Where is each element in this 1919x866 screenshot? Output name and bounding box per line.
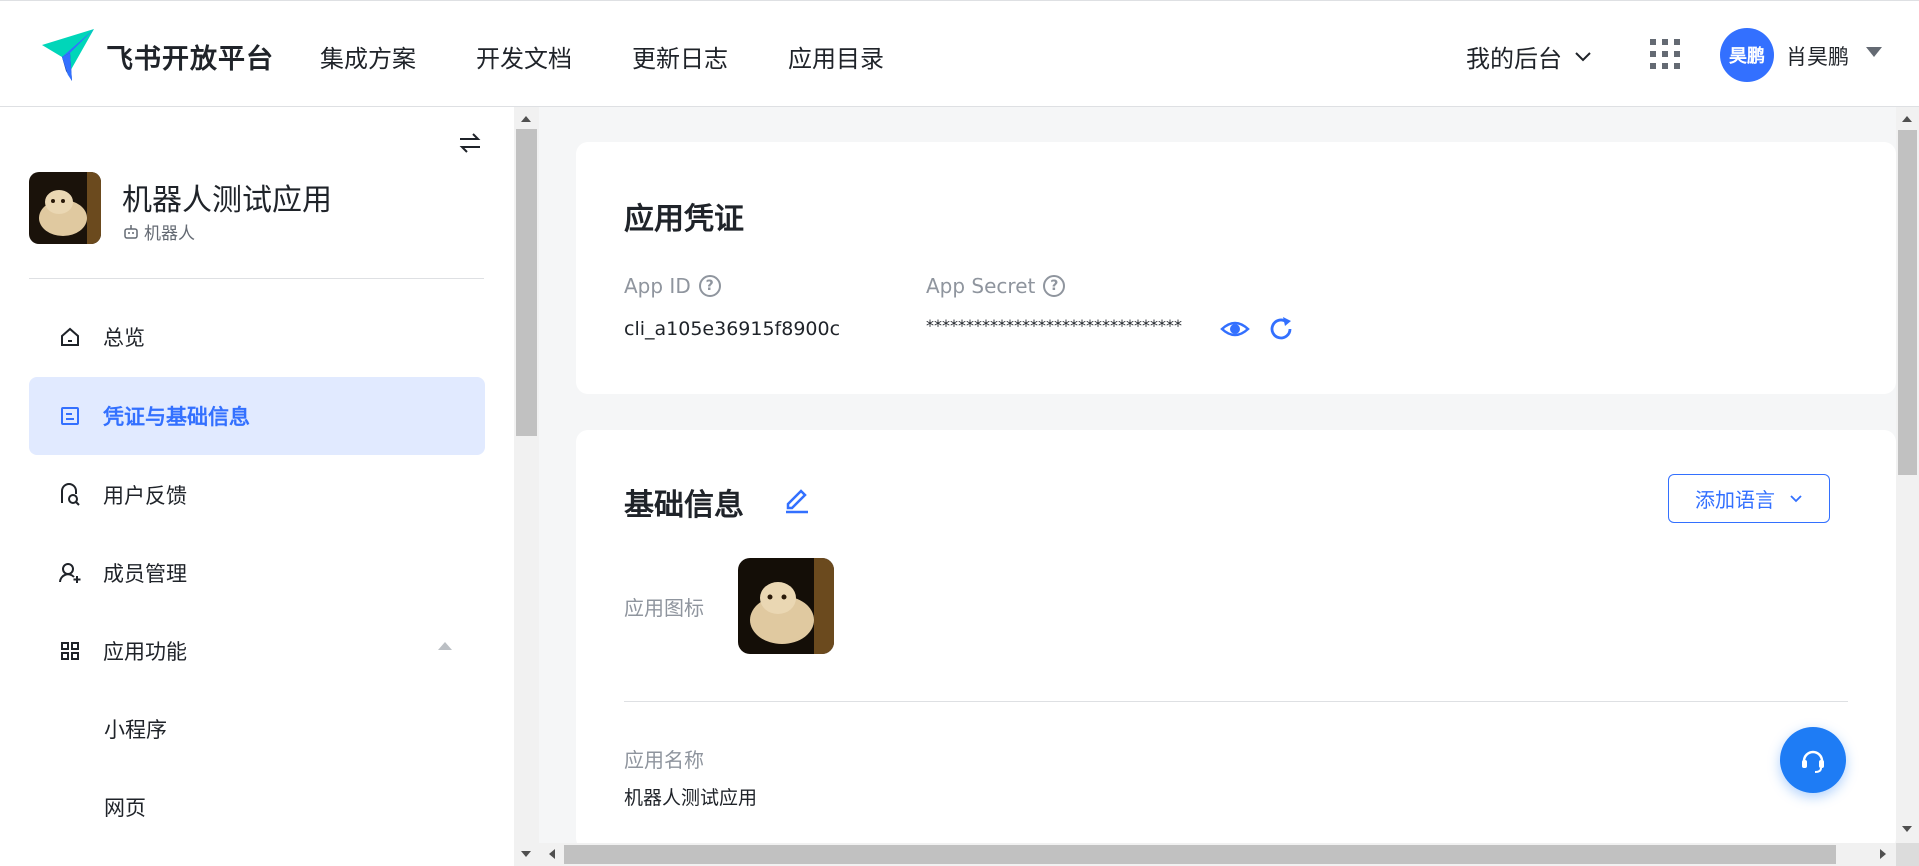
app-secret-value: ******************************** [926, 316, 1182, 335]
app-name: 机器人测试应用 [122, 183, 332, 218]
scroll-up-arrow-icon[interactable] [1902, 116, 1912, 122]
help-icon[interactable]: ? [698, 275, 721, 297]
sidebar-item-app-features[interactable]: 应用功能 [29, 612, 485, 690]
sidebar-item-feedback[interactable]: 用户反馈 [29, 456, 485, 534]
feishu-logo-icon[interactable] [40, 27, 96, 83]
feedback-icon [57, 482, 83, 508]
section-divider [624, 701, 1848, 702]
sidebar-scrollbar-thumb[interactable] [516, 129, 537, 436]
collapse-sidebar-icon[interactable] [456, 129, 484, 157]
app-icon-label: 应用图标 [624, 596, 704, 620]
app-id-label-text: App ID [624, 274, 691, 298]
app-secret-label: App Secret ? [926, 274, 1066, 298]
scroll-right-arrow-icon[interactable] [1880, 849, 1886, 859]
app-type-label: 机器人 [144, 224, 195, 244]
apps-icon [57, 638, 83, 664]
sidebar-item-label: 应用功能 [103, 640, 187, 664]
sidebar-divider [29, 278, 484, 279]
sidebar-subitem-web-page[interactable]: 网页 [104, 792, 146, 822]
basic-info-title: 基础信息 [624, 488, 744, 523]
document-icon [57, 403, 83, 429]
chevron-down-icon [1790, 494, 1802, 502]
add-member-icon [57, 560, 83, 586]
scroll-down-arrow-icon[interactable] [521, 851, 531, 857]
username[interactable]: 肖昊鹏 [1786, 41, 1849, 71]
scroll-left-arrow-icon[interactable] [549, 849, 555, 859]
nav-solutions[interactable]: 集成方案 [320, 39, 416, 74]
nav-app-directory[interactable]: 应用目录 [788, 39, 884, 74]
headset-icon [1802, 750, 1824, 773]
sidebar: 机器人测试应用 机器人 总览 凭证与基础信息 用户反馈 成员管理 应用功能 小程… [0, 107, 514, 866]
chevron-up-icon[interactable] [438, 642, 452, 650]
sidebar-item-label: 成员管理 [103, 562, 187, 586]
user-menu-caret-icon[interactable] [1866, 47, 1882, 57]
sidebar-item-overview[interactable]: 总览 [29, 298, 485, 376]
top-header: 飞书开放平台 集成方案 开发文档 更新日志 应用目录 我的后台 昊鹏 肖昊鹏 [0, 0, 1919, 107]
avatar[interactable]: 昊鹏 [1720, 28, 1774, 82]
brand-title[interactable]: 飞书开放平台 [106, 37, 274, 76]
scroll-up-arrow-icon[interactable] [521, 116, 531, 122]
sidebar-item-members[interactable]: 成员管理 [29, 534, 485, 612]
basic-info-card: 基础信息 添加语言 应用图标 应用名称 机器人测试应用 [576, 430, 1896, 850]
eye-icon[interactable] [1220, 314, 1250, 344]
home-icon [57, 324, 83, 350]
sidebar-item-label: 用户反馈 [103, 484, 187, 508]
chevron-down-icon [1575, 51, 1591, 61]
app-launcher-icon[interactable] [1650, 39, 1680, 69]
customer-support-button[interactable] [1780, 727, 1846, 793]
credentials-card: 应用凭证 App ID ? cli_a105e36915f8900c App S… [576, 142, 1896, 394]
app-id-value: cli_a105e36915f8900c [624, 318, 841, 340]
my-backend-dropdown[interactable]: 我的后台 [1466, 39, 1592, 74]
nav-changelog[interactable]: 更新日志 [632, 39, 728, 74]
robot-icon [124, 224, 138, 239]
add-language-label: 添加语言 [1695, 488, 1775, 512]
credentials-title: 应用凭证 [624, 202, 744, 237]
scrollbar-corner [1896, 843, 1919, 866]
sidebar-item-label: 总览 [103, 326, 145, 350]
app-name-label: 应用名称 [624, 748, 704, 772]
scroll-down-arrow-icon[interactable] [1902, 826, 1912, 832]
app-secret-label-text: App Secret [926, 274, 1036, 298]
main-horizontal-scrollbar-thumb[interactable] [564, 845, 1836, 864]
sidebar-subitem-mini-program[interactable]: 小程序 [104, 714, 167, 744]
app-icon-image[interactable] [738, 558, 834, 654]
app-id-label: App ID ? [624, 274, 721, 298]
app-type: 机器人 [122, 219, 195, 244]
main-vertical-scrollbar-thumb[interactable] [1898, 130, 1917, 475]
edit-icon[interactable] [782, 484, 812, 514]
my-backend-label: 我的后台 [1466, 45, 1562, 73]
app-name-value: 机器人测试应用 [624, 787, 758, 809]
sidebar-item-label: 凭证与基础信息 [103, 405, 250, 429]
app-thumbnail [29, 172, 101, 244]
nav-docs[interactable]: 开发文档 [476, 39, 572, 74]
refresh-icon[interactable] [1266, 314, 1296, 344]
help-icon[interactable]: ? [1043, 275, 1066, 297]
sidebar-item-credentials[interactable]: 凭证与基础信息 [29, 377, 485, 455]
add-language-button[interactable]: 添加语言 [1668, 474, 1830, 523]
